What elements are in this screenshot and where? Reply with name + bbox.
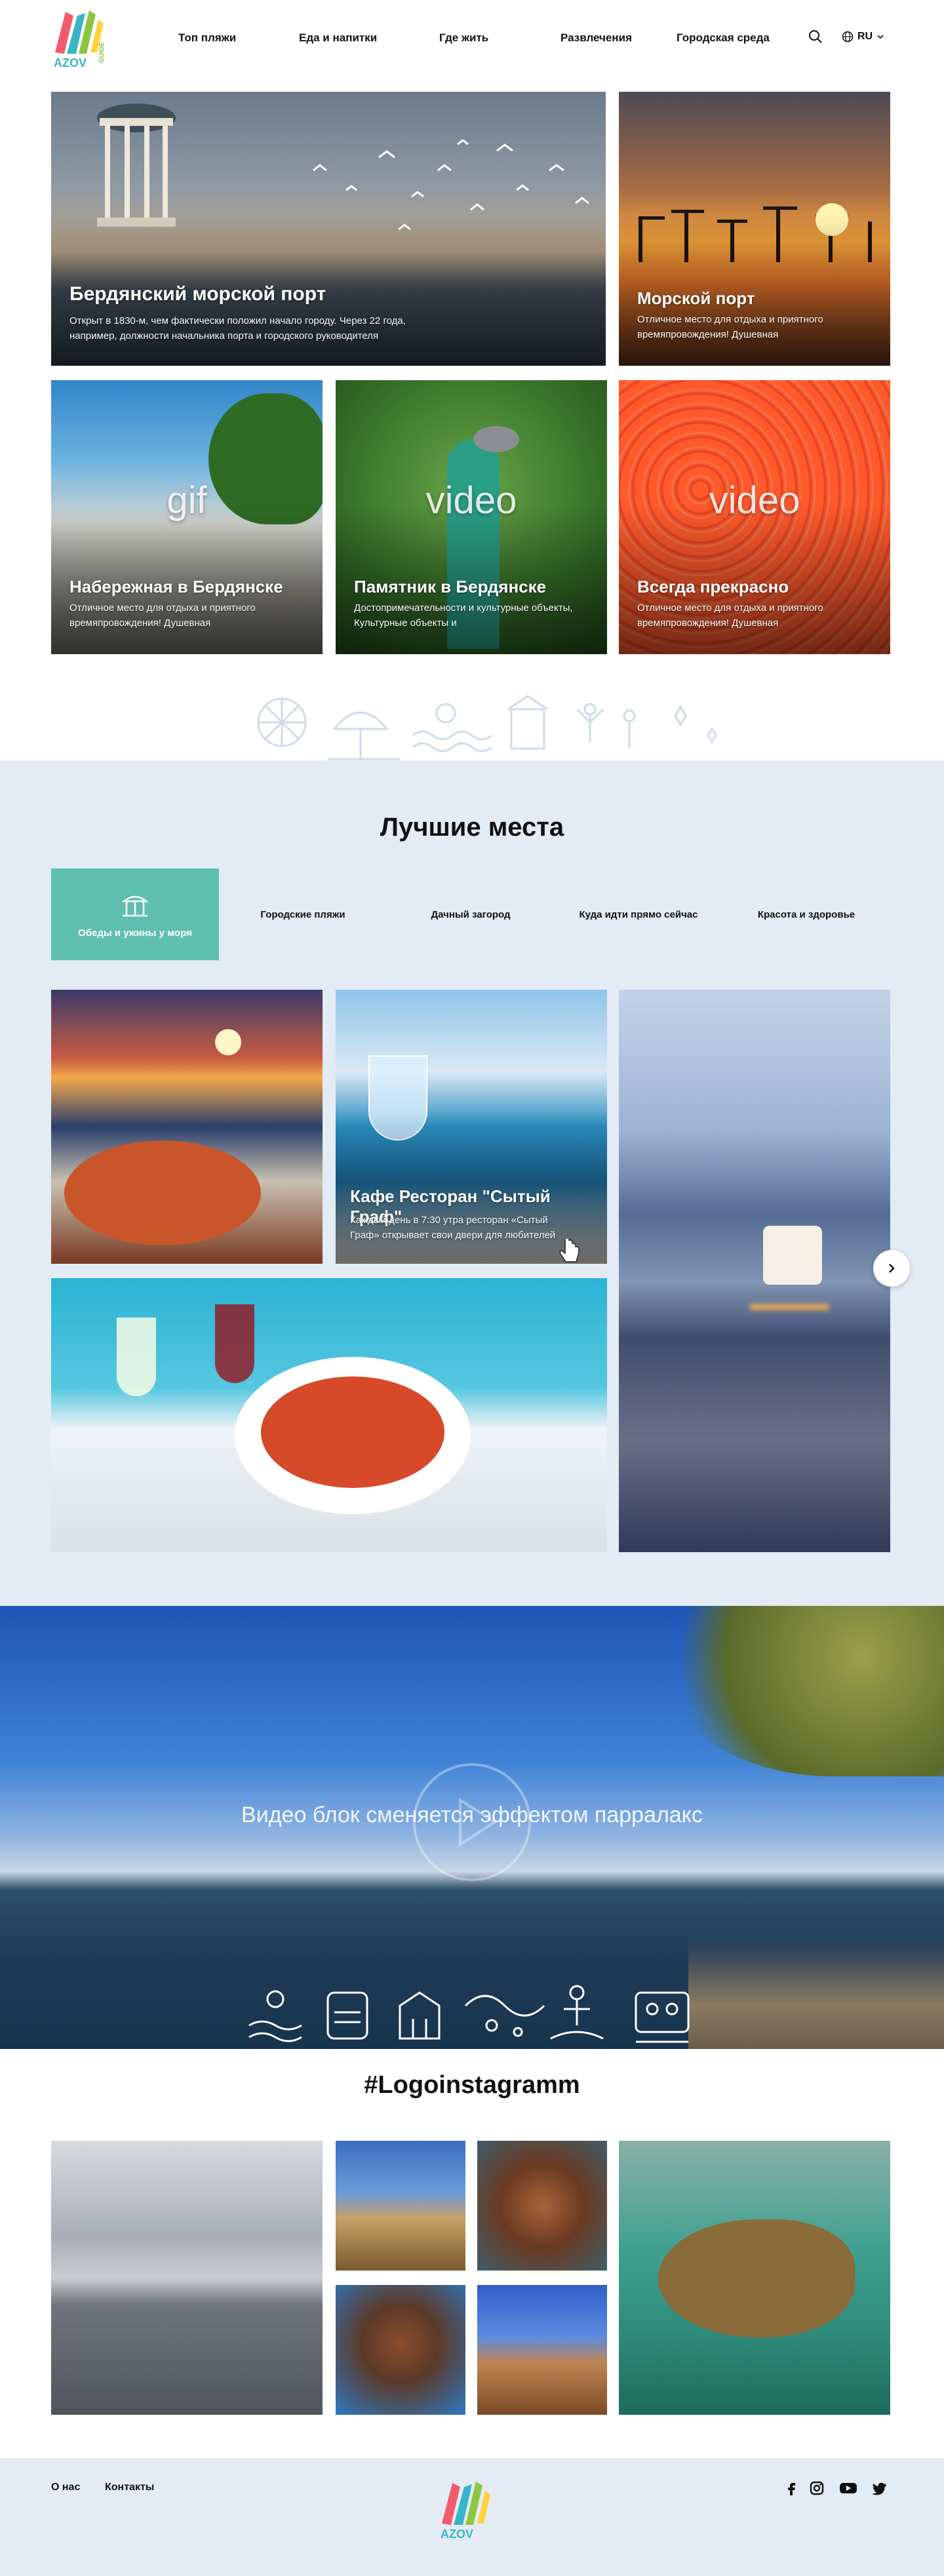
tab-beauty-health[interactable]: Красота и здоровье <box>722 868 890 960</box>
rocky-shore-shape <box>688 1940 944 2049</box>
search-icon[interactable] <box>808 29 823 45</box>
language-selector[interactable]: RU <box>842 29 884 45</box>
card-title: Всегда прекрасно <box>637 577 789 596</box>
card-description: Отличное место для отдыха и приятного вр… <box>69 602 256 629</box>
pigeon-shape <box>473 426 519 452</box>
globe-icon <box>842 31 854 43</box>
hand-pointer-icon <box>559 1239 580 1262</box>
site-logo[interactable]: AZOV GUIDE <box>51 7 106 72</box>
featured-card-sea-port[interactable]: Морской порт Отличное место для отдыха и… <box>619 92 890 366</box>
nav-entertainment[interactable]: Развлечения <box>560 31 632 45</box>
nav-food-drinks[interactable]: Еда и напитки <box>299 31 377 45</box>
video-caption: Видео блок сменяется эффектом парралакс <box>241 1803 703 1827</box>
section-title: Лучшие места <box>380 813 564 842</box>
svg-text:AZOV: AZOV <box>441 2527 473 2541</box>
gallery-card-beach-dinner[interactable] <box>619 990 890 1552</box>
fish-shape <box>658 2219 855 2337</box>
table-shape <box>763 1226 822 1285</box>
tab-city-beaches[interactable]: Городские пляжи <box>219 868 387 960</box>
svg-text:AZOV: AZOV <box>54 56 87 69</box>
footer-link-about[interactable]: О нас <box>51 2482 80 2493</box>
tab-seaside-dining[interactable]: Обеды и ужины у моря <box>51 868 219 960</box>
tab-label: Дачный загород <box>431 908 511 920</box>
media-type-label: gif <box>167 479 207 522</box>
insta-photo-cliff[interactable] <box>477 2285 607 2415</box>
wine-glass-shape <box>117 1317 156 1396</box>
insta-photo-fish-boat[interactable] <box>619 2141 890 2415</box>
card-title: Набережная в Бердянске <box>69 577 283 596</box>
nav-where-to-stay[interactable]: Где жить <box>439 31 488 45</box>
attractions-decor-strip <box>257 695 717 760</box>
insta-photo-reeds[interactable] <box>336 2141 465 2271</box>
card-description: Достопримечательности и культурные объек… <box>354 602 573 629</box>
card-title: Морской порт <box>637 288 755 308</box>
chevron-down-icon <box>877 35 884 39</box>
card-title: Памятник в Бердянске <box>354 577 547 596</box>
nav-top-beaches[interactable]: Топ пляжи <box>178 31 236 45</box>
sun-shape <box>215 1029 241 1055</box>
card-title: Бердянский морской порт <box>69 283 326 305</box>
seafood-plate-shape <box>64 1141 261 1245</box>
chevron-right-icon <box>889 1264 895 1273</box>
footer-link-contacts[interactable]: Контакты <box>105 2482 154 2493</box>
insta-photo-fish-hand[interactable] <box>336 2285 465 2415</box>
crab-shape <box>261 1376 444 1488</box>
carousel-next-button[interactable] <box>873 1250 910 1287</box>
site-header: AZOV GUIDE Топ пляжи Еда и напитки Где ж… <box>0 0 944 79</box>
language-label: RU <box>857 31 873 42</box>
featured-card-embankment[interactable]: gif Набережная в Бердянске Отличное мест… <box>51 380 323 654</box>
tab-label: Куда идти прямо сейчас <box>579 908 698 920</box>
gazebo-icon <box>121 895 149 916</box>
facebook-icon[interactable] <box>784 2480 800 2496</box>
tab-label: Обеды и ужины у моря <box>78 927 192 939</box>
twitter-icon[interactable] <box>872 2480 888 2496</box>
gallery-card-sunset-seafood[interactable] <box>51 990 323 1264</box>
video-parallax-block[interactable]: Видео блок сменяется эффектом парралакс <box>0 1606 944 2049</box>
tree-foliage-shape <box>669 1606 944 1776</box>
gallery-card-seafood-platter[interactable] <box>51 1278 607 1552</box>
tab-label: Городские пляжи <box>260 908 345 920</box>
featured-card-shrimp[interactable]: video Всегда прекрасно Отличное место дл… <box>619 380 890 654</box>
card-description: Отличное место для отдыха и приятного вр… <box>637 602 823 629</box>
card-description: Отличное место для отдыха и приятного вр… <box>637 314 823 340</box>
featured-card-monument[interactable]: video Памятник в Бердянске Достопримечат… <box>336 380 607 654</box>
tab-country-suburbs[interactable]: Дачный загород <box>387 868 555 960</box>
instagram-icon[interactable] <box>809 2480 825 2496</box>
red-wine-shape <box>215 1304 254 1383</box>
site-footer: О нас Контакты AZOV <box>0 2458 944 2576</box>
tab-label: Красота и здоровье <box>757 908 856 920</box>
youtube-icon[interactable] <box>839 2480 857 2496</box>
activities-icons-strip <box>248 1985 690 2043</box>
instagram-title: #Logoinstagramm <box>364 2071 580 2099</box>
footer-logo[interactable]: AZOV <box>438 2478 493 2543</box>
featured-card-berdyansk-port[interactable]: Бердянский морской порт Открыт в 1830-м,… <box>51 92 606 366</box>
media-type-label: video <box>425 479 517 522</box>
lights-reflection <box>750 1304 829 1310</box>
gallery-card-cafe-syty-graf[interactable]: Кафе Ресторан "Сытый Граф" Каждый день в… <box>336 990 607 1264</box>
nav-city-environment[interactable]: Городская среда <box>677 31 770 45</box>
card-description: Каждый день в 7:30 утра ресторан «Сытый … <box>350 1215 556 1241</box>
svg-text:GUIDE: GUIDE <box>98 42 106 63</box>
insta-photo-sea-clouds[interactable] <box>51 2141 323 2415</box>
card-description: Открыт в 1830-м, чем фактически положил … <box>69 315 406 342</box>
insta-photo-fish-close[interactable] <box>477 2141 607 2271</box>
tab-go-now[interactable]: Куда идти прямо сейчас <box>555 868 722 960</box>
media-type-label: video <box>709 479 800 522</box>
